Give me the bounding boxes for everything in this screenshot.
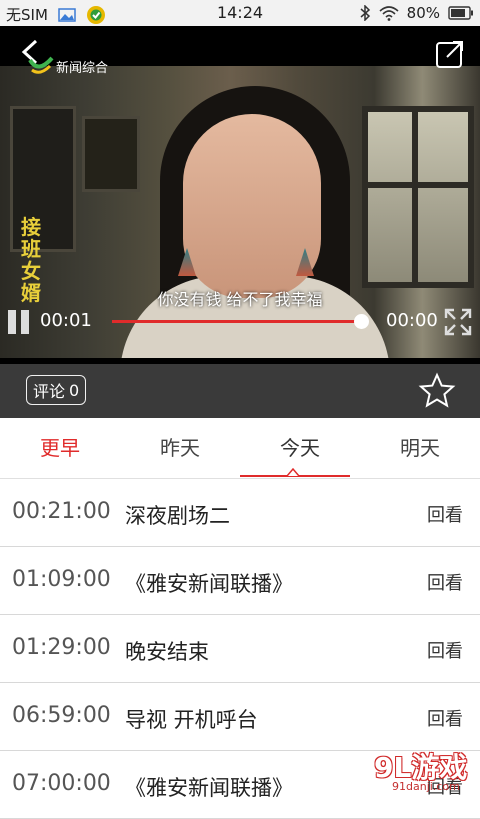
schedule-row[interactable]: 01:29:00 晚安结束 回看 bbox=[0, 615, 480, 683]
bluetooth-icon bbox=[360, 5, 370, 21]
favorite-star-icon[interactable] bbox=[418, 372, 456, 410]
fullscreen-icon[interactable] bbox=[444, 308, 472, 336]
schedule-row[interactable]: 00:21:00 深夜剧场二 回看 bbox=[0, 479, 480, 547]
tab-earlier[interactable]: 更早 bbox=[0, 418, 120, 478]
status-bar: 无SIM 14:24 80% bbox=[0, 0, 480, 26]
site-watermark: 9L游戏 91danji.com bbox=[360, 744, 478, 798]
replay-button[interactable]: 回看 bbox=[427, 705, 463, 731]
comment-label: 评论 bbox=[33, 382, 66, 401]
wifi-icon bbox=[379, 6, 399, 21]
battery-icon bbox=[448, 6, 473, 20]
program-time: 01:09:00 bbox=[12, 567, 111, 592]
day-tabs: 更早 昨天 今天 明天 bbox=[0, 418, 480, 479]
watermark-url: 91danji.com bbox=[392, 780, 460, 793]
program-time: 06:59:00 bbox=[12, 703, 111, 728]
replay-button[interactable]: 回看 bbox=[427, 501, 463, 527]
program-title: 导视 开机呼台 bbox=[125, 708, 258, 732]
progress-knob[interactable] bbox=[353, 314, 369, 329]
progress-fill bbox=[112, 320, 361, 323]
player-top-bar: 新闻综合 bbox=[0, 26, 480, 76]
program-title: 晚安结束 bbox=[125, 640, 209, 664]
tab-tomorrow[interactable]: 明天 bbox=[360, 418, 480, 478]
tab-today[interactable]: 今天 bbox=[240, 418, 360, 478]
program-time: 07:00:00 bbox=[12, 771, 111, 796]
pause-icon[interactable] bbox=[8, 310, 30, 334]
player-controls: 00:01 00:00 bbox=[0, 302, 480, 336]
program-time: 00:21:00 bbox=[12, 499, 111, 524]
total-time: 00:00 bbox=[386, 310, 438, 331]
comment-button[interactable]: 评论 0 bbox=[26, 375, 87, 405]
share-icon[interactable] bbox=[434, 38, 466, 70]
schedule-row[interactable]: 01:09:00 《雅安新闻联播》 回看 bbox=[0, 547, 480, 615]
tab-caret-icon bbox=[287, 468, 299, 476]
progress-bar[interactable] bbox=[112, 314, 369, 329]
comment-count: 0 bbox=[69, 380, 80, 400]
replay-button[interactable]: 回看 bbox=[427, 569, 463, 595]
current-time: 00:01 bbox=[40, 310, 92, 331]
program-title: 《雅安新闻联播》 bbox=[125, 572, 293, 596]
channel-name: 新闻综合 bbox=[56, 60, 109, 76]
battery-percent: 80% bbox=[406, 4, 440, 22]
program-title: 《雅安新闻联播》 bbox=[125, 776, 293, 800]
schedule-row[interactable]: 06:59:00 导视 开机呼台 回看 bbox=[0, 683, 480, 751]
program-title: 深夜剧场二 bbox=[125, 504, 230, 528]
tab-yesterday[interactable]: 昨天 bbox=[120, 418, 240, 478]
channel-logo: 新闻综合 bbox=[28, 56, 108, 76]
program-time: 01:29:00 bbox=[12, 635, 111, 660]
replay-button[interactable]: 回看 bbox=[427, 637, 463, 663]
channel-logo-icon bbox=[28, 56, 54, 74]
action-bar: 评论 0 bbox=[0, 364, 480, 418]
video-player[interactable]: 接 班 女 婿 新闻综合 你没有钱 给不了我幸福 00:01 00:00 bbox=[0, 26, 480, 364]
